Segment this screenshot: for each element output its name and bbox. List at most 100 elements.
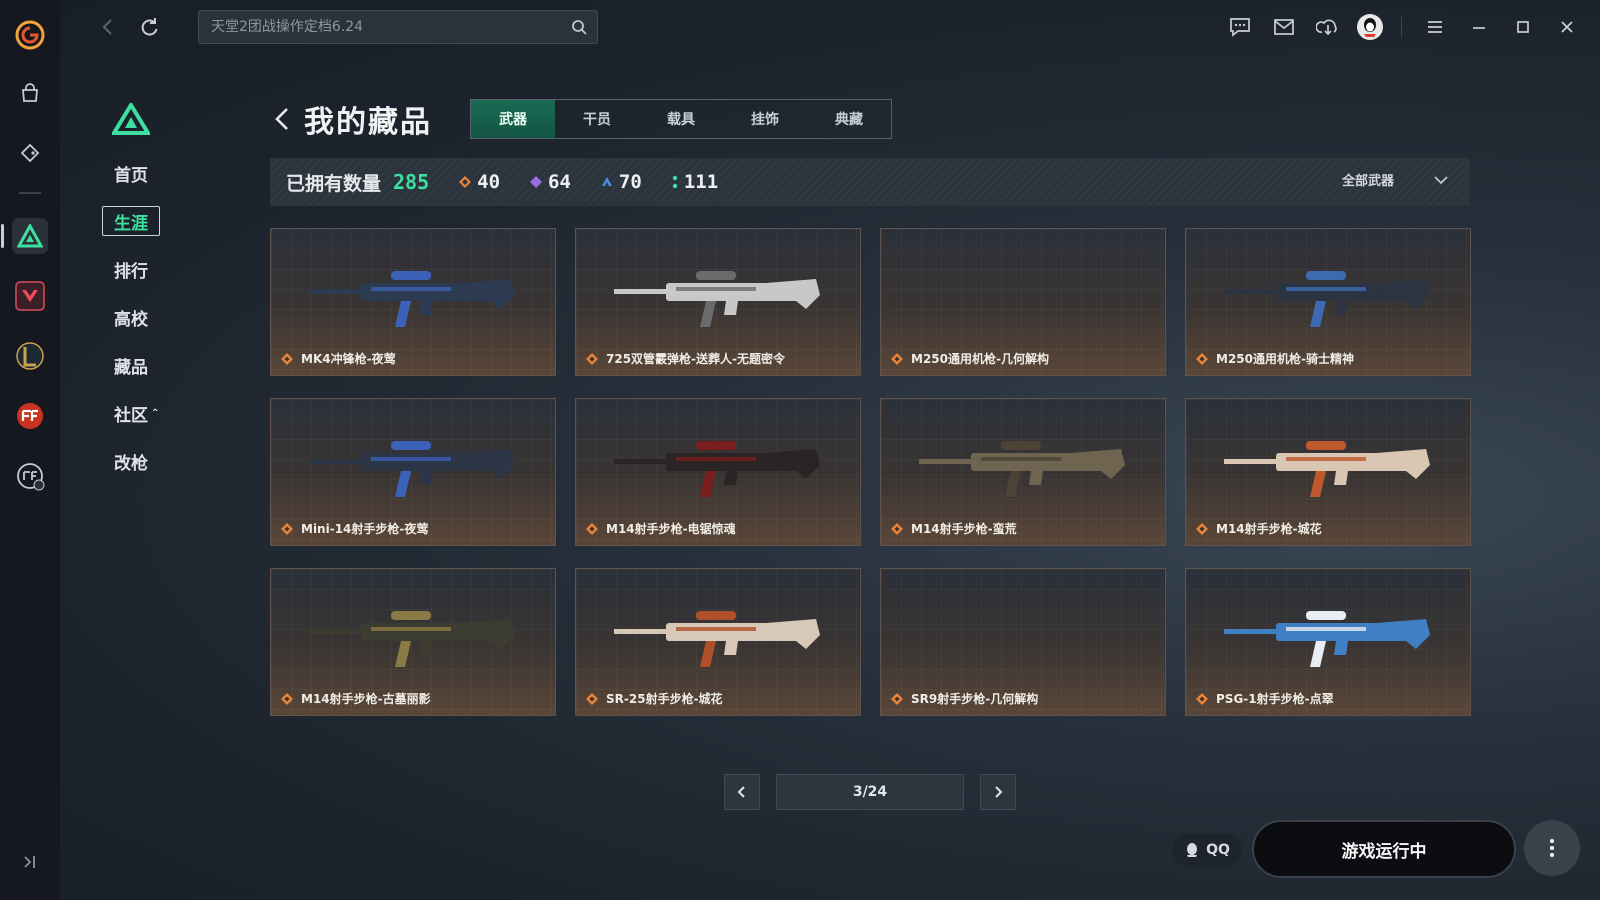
rarity-stat-purple: 64 xyxy=(530,171,571,193)
qq-penguin-icon xyxy=(1187,843,1198,857)
menu-icon[interactable] xyxy=(1420,12,1450,42)
sidebar-item-gunsmith[interactable]: 改枪 xyxy=(98,446,178,476)
weapon-image-icon xyxy=(614,611,820,667)
top-bar xyxy=(60,0,1600,54)
item-name: PSG-1射手步枪-点翠 xyxy=(1196,690,1334,707)
tab-weapons[interactable]: 武器 xyxy=(471,100,555,138)
game-delta-force-icon[interactable] xyxy=(1,218,48,254)
orange-diamond-icon xyxy=(1196,522,1208,535)
top-bar-actions xyxy=(1211,12,1582,42)
page-back-icon[interactable] xyxy=(272,106,294,132)
collection-item-card[interactable]: SR9射手步枪-几何解构 xyxy=(880,568,1166,716)
maximize-icon[interactable] xyxy=(1508,12,1538,42)
sidebar-item-community[interactable]: 社区 ⌃ xyxy=(98,398,178,428)
collection-item-card[interactable]: M14射手步枪-蛮荒 xyxy=(880,398,1166,546)
sidebar-item-label: 社区 xyxy=(114,405,148,426)
game-league-icon[interactable] xyxy=(12,338,48,374)
chat-icon[interactable] xyxy=(1225,12,1255,42)
minimize-icon[interactable] xyxy=(1464,12,1494,42)
sidebar-item-career[interactable]: 生涯 xyxy=(102,206,160,236)
refresh-icon[interactable] xyxy=(138,16,160,38)
chevron-left-icon xyxy=(737,786,745,798)
item-name: M250通用机枪-骑士精神 xyxy=(1196,350,1354,367)
collection-item-card[interactable]: M250通用机枪-几何解构 xyxy=(880,228,1166,376)
expand-caret-icon: ⌃ xyxy=(151,407,160,419)
collection-item-card[interactable]: Mini-14射手步枪-夜莺 xyxy=(270,398,556,546)
qq-label: QQ xyxy=(1206,842,1230,858)
sidebar-item-label: 排行 xyxy=(114,261,148,282)
weapon-image-icon xyxy=(614,441,820,497)
item-name-label: M14射手步枪-蛮荒 xyxy=(911,522,1017,536)
tab-collection[interactable]: 典藏 xyxy=(807,100,891,138)
search-icon[interactable] xyxy=(571,19,587,35)
sidebar-item-college[interactable]: 高校 xyxy=(98,302,178,332)
sidebar-item-label: 藏品 xyxy=(114,357,148,378)
back-arrow-icon[interactable] xyxy=(98,17,118,37)
orange-diamond-icon xyxy=(891,522,903,535)
tab-charms[interactable]: 挂饰 xyxy=(723,100,807,138)
tab-operators[interactable]: 干员 xyxy=(555,100,639,138)
collection-item-card[interactable]: M14射手步枪-电锯惊魂 xyxy=(575,398,861,546)
collection-item-card[interactable]: PSG-1射手步枪-点翠 xyxy=(1185,568,1471,716)
close-icon[interactable] xyxy=(1552,12,1582,42)
orange-diamond-icon xyxy=(459,176,472,188)
game-crossfire-icon[interactable] xyxy=(12,398,48,434)
collection-item-card[interactable]: M14射手步枪-古墓丽影 xyxy=(270,568,556,716)
rarity-count: 64 xyxy=(548,171,571,193)
orange-diamond-icon xyxy=(891,352,903,365)
mail-icon[interactable] xyxy=(1269,12,1299,42)
item-name-label: M14射手步枪-古墓丽影 xyxy=(301,692,431,706)
orange-diamond-icon xyxy=(281,522,293,535)
orange-diamond-icon xyxy=(891,692,903,705)
purple-diamond-icon xyxy=(530,176,543,188)
collection-item-card[interactable]: M14射手步枪-城花 xyxy=(1185,398,1471,546)
download-icon[interactable] xyxy=(1313,12,1343,42)
game-valorant-icon[interactable] xyxy=(12,278,48,314)
game-running-button[interactable]: 游戏运行中 xyxy=(1252,820,1516,878)
weapon-image-icon xyxy=(919,441,1125,497)
user-avatar[interactable] xyxy=(1357,14,1383,40)
discover-tag-icon[interactable] xyxy=(13,136,47,170)
item-name-label: M250通用机枪-骑士精神 xyxy=(1216,352,1354,366)
weapon-image-icon xyxy=(1224,441,1430,497)
item-name-label: PSG-1射手步枪-点翠 xyxy=(1216,692,1334,706)
next-page-button[interactable] xyxy=(980,774,1016,810)
chevron-right-icon xyxy=(995,786,1003,798)
pagination: 3/24 xyxy=(724,774,1016,810)
orange-diamond-icon xyxy=(586,692,598,705)
side-menu: 首页 生涯 排行 高校 藏品 社区 ⌃ 改枪 xyxy=(98,158,178,494)
search-input[interactable] xyxy=(199,11,559,43)
more-options-button[interactable] xyxy=(1524,820,1580,876)
owned-count-label: 已拥有数量 xyxy=(286,172,382,195)
weapon-image-icon xyxy=(309,441,515,497)
chevron-down-icon xyxy=(1434,175,1448,184)
item-name-label: M250通用机枪-几何解构 xyxy=(911,352,1049,366)
collection-item-card[interactable]: MK4冲锋枪-夜莺 xyxy=(270,228,556,376)
sidebar-item-home[interactable]: 首页 xyxy=(98,158,178,188)
filter-label: 全部武器 xyxy=(1341,174,1394,189)
collection-item-card[interactable]: M250通用机枪-骑士精神 xyxy=(1185,228,1471,376)
expand-rail-icon[interactable] xyxy=(20,852,40,872)
qq-login-badge[interactable]: QQ xyxy=(1172,833,1242,867)
collection-item-card[interactable]: 725双管霰弹枪-送葬人-无题密令 xyxy=(575,228,861,376)
weapon-image-icon xyxy=(1224,611,1430,667)
sidebar-item-collection[interactable]: 藏品 xyxy=(98,350,178,380)
sidebar-item-ranking[interactable]: 排行 xyxy=(98,254,178,284)
app-logo-icon[interactable] xyxy=(15,20,45,50)
weapon-image-icon xyxy=(309,611,515,667)
prev-page-button[interactable] xyxy=(724,774,760,810)
item-name: M250通用机枪-几何解构 xyxy=(891,350,1049,367)
toolbar-divider xyxy=(1401,17,1402,37)
tab-vehicles[interactable]: 载具 xyxy=(639,100,723,138)
weapon-filter-dropdown[interactable]: 全部武器 xyxy=(1342,170,1450,189)
green-dots-icon xyxy=(672,175,678,189)
game-cf-download-icon[interactable] xyxy=(12,458,48,494)
collection-item-card[interactable]: SR-25射手步枪-城花 xyxy=(575,568,861,716)
blue-triangle-icon xyxy=(601,177,612,186)
store-bag-icon[interactable] xyxy=(13,76,47,110)
rarity-count: 70 xyxy=(618,171,642,193)
weapon-image-icon xyxy=(1224,271,1430,327)
item-name: M14射手步枪-蛮荒 xyxy=(891,520,1017,537)
search-bar xyxy=(198,10,598,44)
orange-diamond-icon xyxy=(281,692,293,705)
